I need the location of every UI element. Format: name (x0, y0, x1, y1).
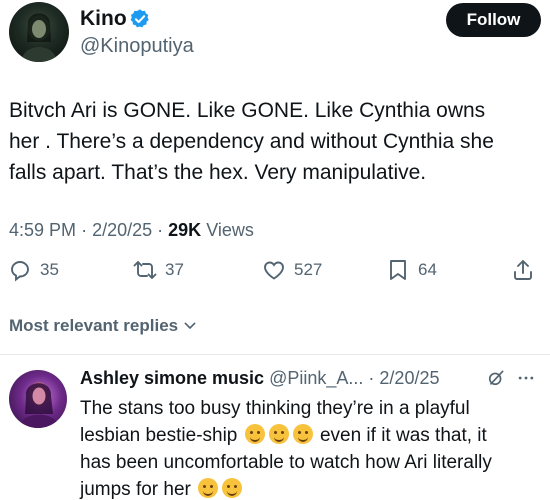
action-bar: 35 37 527 64 (0, 258, 550, 288)
share-button[interactable] (511, 258, 535, 282)
views-count: 29K (168, 220, 202, 240)
views-label: Views (206, 220, 254, 240)
separator: · (81, 220, 93, 240)
author-handle[interactable]: @Kinoputiya (80, 35, 194, 58)
author-name[interactable]: Kino (80, 7, 127, 31)
bookmark-button[interactable]: 64 (386, 258, 437, 282)
reply-text-line: jumps for her (80, 476, 540, 500)
verified-badge-icon (130, 9, 149, 28)
retweet-count: 37 (165, 260, 184, 279)
like-count: 527 (294, 260, 323, 279)
grok-icon[interactable] (486, 368, 506, 388)
sort-replies-dropdown[interactable]: Most relevant replies (9, 316, 198, 336)
reply-text-line: has been uncomfortable to watch how Ari … (80, 452, 492, 473)
tweet-text-line: her . There’s a dependency and without C… (9, 130, 494, 153)
bookmark-icon (390, 260, 406, 280)
chevron-down-icon (184, 322, 196, 329)
separator: · (157, 220, 169, 240)
emoji-icon (268, 424, 289, 444)
emoji-icon (198, 478, 219, 498)
like-button[interactable]: 527 (262, 258, 322, 282)
reply-button[interactable]: 35 (8, 258, 59, 282)
author-avatar[interactable] (9, 2, 69, 62)
reply-count: 35 (40, 260, 59, 279)
reply-header-icons (486, 368, 536, 388)
tweet-text-line: falls apart. That’s the hex. Very manipu… (9, 161, 427, 184)
reply-icon (11, 261, 29, 282)
reply-text: The stans too busy thinking they’re in a… (80, 395, 540, 500)
reply-item[interactable]: Ashley simone music @Piink_A... · 2/20/2… (0, 355, 550, 500)
main-tweet: Kino @Kinoputiya Follow Bitvch Ari is GO… (0, 0, 550, 348)
reply-header: Ashley simone music @Piink_A... · 2/20/2… (80, 368, 439, 389)
tweet-meta: 4:59 PM · 2/20/25 · 29K Views (9, 220, 254, 241)
more-icon[interactable] (516, 368, 536, 388)
tweet-text: Bitvch Ari is GONE. Like GONE. Like Cynt… (9, 95, 539, 188)
reply-author-handle[interactable]: @Piink_A... (269, 368, 363, 388)
retweet-button[interactable]: 37 (133, 258, 184, 282)
reply-date[interactable]: 2/20/25 (379, 368, 439, 388)
follow-button[interactable]: Follow (446, 3, 541, 37)
bookmark-count: 64 (418, 260, 437, 279)
reply-avatar[interactable] (9, 370, 67, 428)
reply-author-name[interactable]: Ashley simone music (80, 368, 264, 388)
emoji-icon (292, 424, 313, 444)
reply-text-segment: jumps for her (80, 479, 191, 500)
reply-text-segment: lesbian bestie-ship (80, 425, 238, 446)
emoji-icon (244, 424, 265, 444)
reply-text-line: The stans too busy thinking they’re in a… (80, 398, 470, 419)
separator: · (368, 368, 380, 388)
retweet-icon (133, 261, 157, 279)
tweet-date[interactable]: 2/20/25 (92, 220, 152, 240)
share-icon (514, 260, 532, 280)
reply-text-segment: even if it was that, it (319, 425, 487, 446)
emoji-icon (222, 478, 243, 498)
tweet-time[interactable]: 4:59 PM (9, 220, 76, 240)
tweet-text-line: Bitvch Ari is GONE. Like GONE. Like Cynt… (9, 99, 486, 122)
reply-text-line: lesbian bestie-ship even if it was that,… (80, 422, 540, 449)
sort-label: Most relevant replies (9, 316, 179, 335)
like-icon (264, 261, 284, 280)
